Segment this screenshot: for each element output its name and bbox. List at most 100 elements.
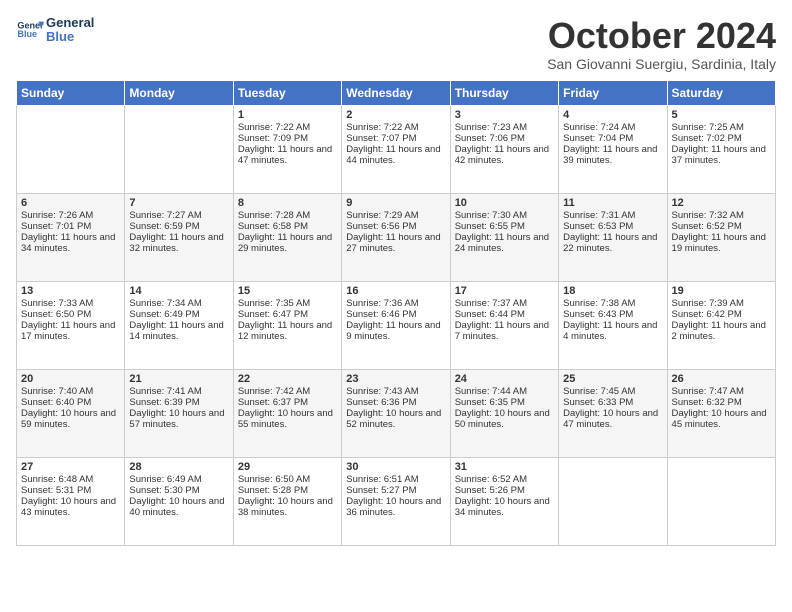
cell-info: Daylight: 10 hours and 38 minutes. <box>238 496 337 518</box>
cell-info: Sunrise: 7:27 AM <box>129 210 228 221</box>
cell-info: Sunset: 6:55 PM <box>455 221 554 232</box>
day-header-saturday: Saturday <box>667 80 775 105</box>
calendar-cell: 31Sunrise: 6:52 AMSunset: 5:26 PMDayligh… <box>450 457 558 545</box>
calendar-cell: 4Sunrise: 7:24 AMSunset: 7:04 PMDaylight… <box>559 105 667 193</box>
date-number: 30 <box>346 461 445 473</box>
calendar-cell: 12Sunrise: 7:32 AMSunset: 6:52 PMDayligh… <box>667 193 775 281</box>
calendar-cell: 3Sunrise: 7:23 AMSunset: 7:06 PMDaylight… <box>450 105 558 193</box>
date-number: 15 <box>238 285 337 297</box>
cell-info: Daylight: 11 hours and 42 minutes. <box>455 144 554 166</box>
calendar-table: SundayMondayTuesdayWednesdayThursdayFrid… <box>16 80 776 546</box>
cell-info: Sunrise: 7:36 AM <box>346 298 445 309</box>
calendar-cell: 30Sunrise: 6:51 AMSunset: 5:27 PMDayligh… <box>342 457 450 545</box>
cell-info: Sunset: 5:28 PM <box>238 485 337 496</box>
cell-info: Sunset: 6:58 PM <box>238 221 337 232</box>
date-number: 17 <box>455 285 554 297</box>
cell-info: Sunrise: 6:52 AM <box>455 474 554 485</box>
cell-info: Sunset: 6:43 PM <box>563 309 662 320</box>
cell-info: Sunset: 5:26 PM <box>455 485 554 496</box>
calendar-cell: 17Sunrise: 7:37 AMSunset: 6:44 PMDayligh… <box>450 281 558 369</box>
date-number: 27 <box>21 461 120 473</box>
day-header-thursday: Thursday <box>450 80 558 105</box>
calendar-week-2: 6Sunrise: 7:26 AMSunset: 7:01 PMDaylight… <box>17 193 776 281</box>
date-number: 31 <box>455 461 554 473</box>
cell-info: Sunset: 7:01 PM <box>21 221 120 232</box>
calendar-subtitle: San Giovanni Suergiu, Sardinia, Italy <box>547 56 776 72</box>
cell-info: Sunrise: 7:24 AM <box>563 122 662 133</box>
calendar-cell: 27Sunrise: 6:48 AMSunset: 5:31 PMDayligh… <box>17 457 125 545</box>
calendar-cell: 7Sunrise: 7:27 AMSunset: 6:59 PMDaylight… <box>125 193 233 281</box>
date-number: 19 <box>672 285 771 297</box>
cell-info: Daylight: 11 hours and 4 minutes. <box>563 320 662 342</box>
cell-info: Sunset: 7:06 PM <box>455 133 554 144</box>
date-number: 24 <box>455 373 554 385</box>
date-number: 23 <box>346 373 445 385</box>
cell-info: Daylight: 10 hours and 36 minutes. <box>346 496 445 518</box>
calendar-cell: 26Sunrise: 7:47 AMSunset: 6:32 PMDayligh… <box>667 369 775 457</box>
cell-info: Sunrise: 7:38 AM <box>563 298 662 309</box>
cell-info: Sunrise: 7:40 AM <box>21 386 120 397</box>
cell-info: Daylight: 11 hours and 12 minutes. <box>238 320 337 342</box>
logo-text: General Blue <box>46 16 94 45</box>
calendar-week-4: 20Sunrise: 7:40 AMSunset: 6:40 PMDayligh… <box>17 369 776 457</box>
cell-info: Daylight: 11 hours and 47 minutes. <box>238 144 337 166</box>
cell-info: Sunset: 7:02 PM <box>672 133 771 144</box>
cell-info: Sunset: 7:09 PM <box>238 133 337 144</box>
calendar-cell: 24Sunrise: 7:44 AMSunset: 6:35 PMDayligh… <box>450 369 558 457</box>
calendar-cell: 28Sunrise: 6:49 AMSunset: 5:30 PMDayligh… <box>125 457 233 545</box>
cell-info: Daylight: 10 hours and 50 minutes. <box>455 408 554 430</box>
cell-info: Sunrise: 7:22 AM <box>346 122 445 133</box>
cell-info: Sunrise: 7:37 AM <box>455 298 554 309</box>
cell-info: Sunrise: 7:35 AM <box>238 298 337 309</box>
cell-info: Sunrise: 7:32 AM <box>672 210 771 221</box>
date-number: 4 <box>563 109 662 121</box>
cell-info: Daylight: 11 hours and 37 minutes. <box>672 144 771 166</box>
cell-info: Sunrise: 6:50 AM <box>238 474 337 485</box>
calendar-cell: 23Sunrise: 7:43 AMSunset: 6:36 PMDayligh… <box>342 369 450 457</box>
calendar-cell: 21Sunrise: 7:41 AMSunset: 6:39 PMDayligh… <box>125 369 233 457</box>
cell-info: Sunrise: 7:30 AM <box>455 210 554 221</box>
page-header: General Blue General Blue October 2024 S… <box>16 16 776 72</box>
date-number: 7 <box>129 197 228 209</box>
calendar-cell: 25Sunrise: 7:45 AMSunset: 6:33 PMDayligh… <box>559 369 667 457</box>
calendar-cell: 16Sunrise: 7:36 AMSunset: 6:46 PMDayligh… <box>342 281 450 369</box>
cell-info: Sunrise: 6:49 AM <box>129 474 228 485</box>
cell-info: Daylight: 10 hours and 47 minutes. <box>563 408 662 430</box>
cell-info: Sunset: 6:44 PM <box>455 309 554 320</box>
cell-info: Daylight: 11 hours and 19 minutes. <box>672 232 771 254</box>
day-header-sunday: Sunday <box>17 80 125 105</box>
date-number: 5 <box>672 109 771 121</box>
cell-info: Sunrise: 7:28 AM <box>238 210 337 221</box>
cell-info: Sunset: 6:47 PM <box>238 309 337 320</box>
calendar-cell: 13Sunrise: 7:33 AMSunset: 6:50 PMDayligh… <box>17 281 125 369</box>
cell-info: Daylight: 11 hours and 29 minutes. <box>238 232 337 254</box>
cell-info: Daylight: 10 hours and 43 minutes. <box>21 496 120 518</box>
date-number: 28 <box>129 461 228 473</box>
logo: General Blue General Blue <box>16 16 94 45</box>
calendar-cell: 10Sunrise: 7:30 AMSunset: 6:55 PMDayligh… <box>450 193 558 281</box>
calendar-cell: 9Sunrise: 7:29 AMSunset: 6:56 PMDaylight… <box>342 193 450 281</box>
calendar-cell: 19Sunrise: 7:39 AMSunset: 6:42 PMDayligh… <box>667 281 775 369</box>
cell-info: Daylight: 10 hours and 45 minutes. <box>672 408 771 430</box>
cell-info: Daylight: 10 hours and 40 minutes. <box>129 496 228 518</box>
date-number: 25 <box>563 373 662 385</box>
cell-info: Daylight: 11 hours and 9 minutes. <box>346 320 445 342</box>
logo-icon: General Blue <box>16 16 44 44</box>
cell-info: Sunset: 6:50 PM <box>21 309 120 320</box>
calendar-cell: 20Sunrise: 7:40 AMSunset: 6:40 PMDayligh… <box>17 369 125 457</box>
cell-info: Daylight: 11 hours and 17 minutes. <box>21 320 120 342</box>
cell-info: Sunset: 6:32 PM <box>672 397 771 408</box>
calendar-cell: 22Sunrise: 7:42 AMSunset: 6:37 PMDayligh… <box>233 369 341 457</box>
cell-info: Sunset: 5:30 PM <box>129 485 228 496</box>
cell-info: Sunset: 6:40 PM <box>21 397 120 408</box>
cell-info: Sunrise: 7:43 AM <box>346 386 445 397</box>
cell-info: Daylight: 11 hours and 32 minutes. <box>129 232 228 254</box>
cell-info: Sunset: 6:56 PM <box>346 221 445 232</box>
cell-info: Sunset: 6:53 PM <box>563 221 662 232</box>
date-number: 22 <box>238 373 337 385</box>
cell-info: Daylight: 10 hours and 34 minutes. <box>455 496 554 518</box>
calendar-cell: 5Sunrise: 7:25 AMSunset: 7:02 PMDaylight… <box>667 105 775 193</box>
date-number: 12 <box>672 197 771 209</box>
date-number: 8 <box>238 197 337 209</box>
cell-info: Sunset: 6:35 PM <box>455 397 554 408</box>
